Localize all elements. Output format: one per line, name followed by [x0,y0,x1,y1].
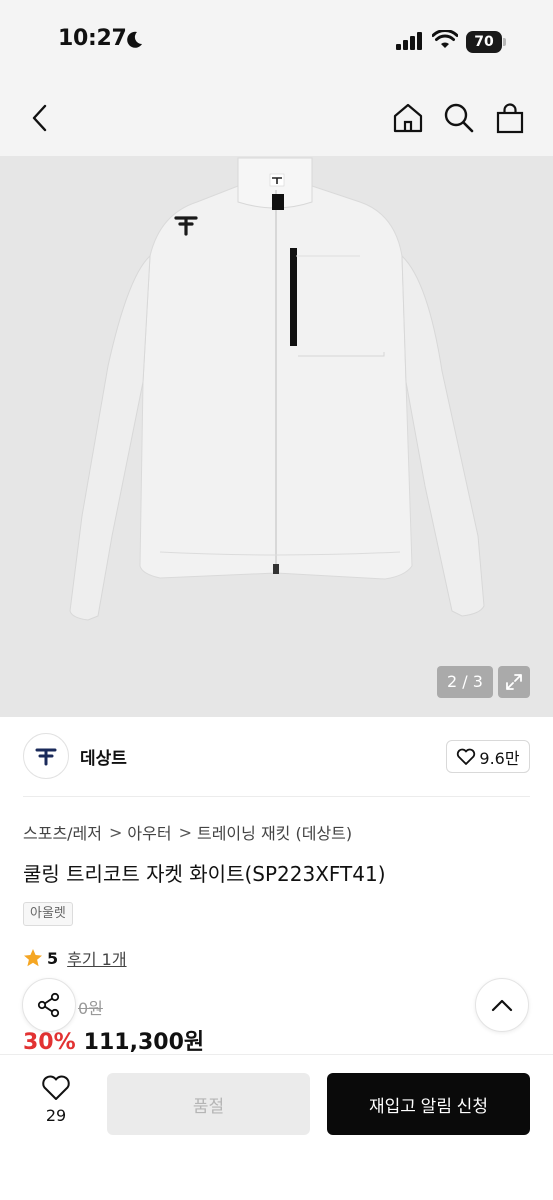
battery-indicator: 70 [466,31,506,53]
home-icon[interactable] [392,102,424,134]
brand-logo[interactable] [23,733,69,779]
status-time: 10:27 [58,26,127,51]
moon-icon [127,31,142,48]
divider [23,796,530,797]
product-title: 쿨링 트리코트 자켓 화이트(SP223XFT41) [23,862,386,886]
breadcrumb-separator: > [178,822,192,842]
heart-icon [42,1075,70,1100]
battery-cap [503,38,506,46]
outlet-badge: 아울렛 [23,902,73,926]
share-icon [37,992,60,1018]
brand-like-button[interactable]: 9.6만 [446,740,530,773]
wifi-icon [432,30,458,48]
signal-icon [396,32,422,50]
battery-level: 70 [466,31,502,53]
jacket-image [69,157,485,621]
breadcrumb-item[interactable]: 트레이닝 재킷 (데상트) [197,820,352,844]
rating-row: 5 후기 1개 [23,946,127,970]
image-counter: 2 / 3 [437,666,493,698]
breadcrumb-item[interactable]: 아우터 [127,820,171,844]
breadcrumb: 스포츠/레저 > 아우터 > 트레이닝 재킷 (데상트) [23,820,352,844]
expand-icon[interactable] [498,666,530,698]
wishlist-button[interactable]: 29 [30,1074,82,1134]
scroll-to-top-button[interactable] [475,978,529,1032]
chevron-up-icon [491,999,513,1012]
top-nav-bar [0,80,553,156]
share-button[interactable] [22,978,76,1032]
original-price: 0원 [78,999,103,1018]
shopping-bag-icon[interactable] [494,102,526,134]
discount-rate: 30% [23,1030,76,1055]
search-icon[interactable] [443,102,475,134]
status-bar: 10:27 70 [0,0,553,80]
rating-score: 5 [47,948,59,968]
brand-like-count: 9.6만 [479,748,520,768]
review-link[interactable]: 후기 1개 [67,946,126,970]
breadcrumb-item[interactable]: 스포츠/레저 [23,820,102,844]
wishlist-count: 29 [45,1106,67,1125]
heart-icon [457,748,476,765]
restock-alert-button[interactable]: 재입고 알림 신청 [327,1073,530,1135]
brand-name[interactable]: 데상트 [80,744,127,769]
back-icon[interactable] [24,102,56,134]
sold-out-button: 품절 [107,1073,310,1135]
breadcrumb-separator: > [109,822,123,842]
star-icon [24,949,42,967]
descente-logo-icon [35,748,57,766]
sale-price: 111,300원 [83,1030,205,1055]
product-image-gallery[interactable] [0,156,553,717]
